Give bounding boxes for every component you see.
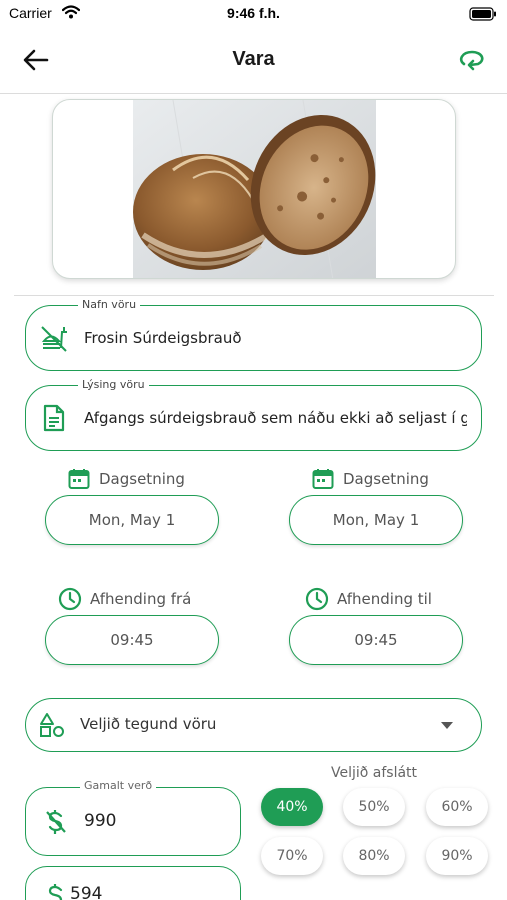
discount-chip-70[interactable]: 70% [261,837,323,875]
date-label-start-text: Dagsetning [99,470,185,488]
discount-title: Veljið afslátt [331,765,418,781]
calendar-icon [67,467,91,491]
product-name-value: Frosin Súrdeigsbrauð [84,329,242,347]
date-end-picker[interactable]: Mon, May 1 [289,495,463,545]
clock-icon [58,587,82,611]
product-description-value: Afgangs súrdeigsbrauð sem náðu ekki að s… [84,409,467,427]
product-name-legend: Nafn vöru [78,297,141,313]
date-start-picker[interactable]: Mon, May 1 [45,495,219,545]
pickup-from-picker[interactable]: 09:45 [45,615,219,665]
pickup-from-text: Afhending frá [90,590,192,608]
pickup-to-label: Afhending til [305,587,432,611]
product-name-field[interactable]: Nafn vöru Frosin Súrdeigsbrauð [25,297,482,371]
date-label-start: Dagsetning [67,467,185,491]
product-description-field[interactable]: Lýsing vöru Afgangs súrdeigsbrauð sem ná… [25,377,482,451]
category-select[interactable]: Veljið tegund vöru [25,698,482,752]
refresh-button[interactable] [455,44,489,76]
dollar-icon [44,884,68,900]
discount-chip-50[interactable]: 50% [343,788,405,826]
category-select-text: Veljið tegund vöru [80,715,217,733]
shapes-icon [38,711,66,739]
undo-icon [459,50,484,71]
pickup-to-picker[interactable]: 09:45 [289,615,463,665]
status-time: 9:46 f.h. [227,5,280,21]
pickup-from-label: Afhending frá [58,587,191,611]
old-price-value: 990 [84,811,117,831]
page-title: Vara [232,48,275,70]
product-image [133,100,376,278]
battery-icon [469,6,497,25]
old-price-legend: Gamalt verð [80,778,157,794]
document-icon [40,404,68,432]
product-image-card[interactable] [52,99,456,279]
clock-icon [305,587,329,611]
date-label-end-text: Dagsetning [343,470,429,488]
new-price-value: 594 [70,884,103,900]
discount-chip-80[interactable]: 80% [343,837,405,875]
no-money-icon [44,810,68,834]
discount-chip-40[interactable]: 40% [261,788,323,826]
calendar-icon [311,467,335,491]
new-price-field[interactable]: 594 [25,866,241,900]
section-divider [14,295,494,296]
nav-bar: Vara [0,28,507,94]
discount-chip-90[interactable]: 90% [426,837,488,875]
chevron-down-icon [441,722,453,729]
status-bar: Carrier 9:46 f.h. [0,0,507,28]
no-food-icon [40,324,68,352]
date-label-end: Dagsetning [311,467,429,491]
old-price-field[interactable]: Gamalt verð 990 [25,778,241,856]
pickup-to-text: Afhending til [337,590,432,608]
product-description-legend: Lýsing vöru [78,377,149,393]
discount-chip-60[interactable]: 60% [426,788,488,826]
